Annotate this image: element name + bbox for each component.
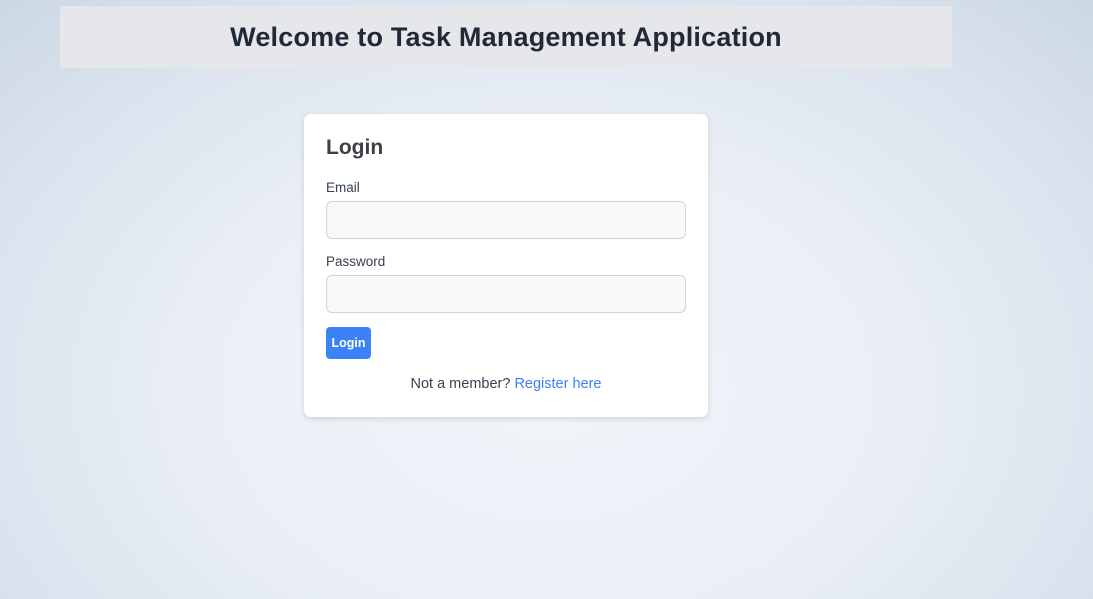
password-label: Password	[326, 254, 386, 269]
login-card: Login Email Password Login Not a member?…	[304, 114, 708, 417]
email-label: Email	[326, 180, 360, 195]
login-button[interactable]: Login	[326, 327, 371, 359]
email-field[interactable]	[326, 201, 686, 239]
register-prompt-text: Not a member?	[410, 376, 511, 392]
login-title: Login	[326, 136, 384, 159]
page-title: Welcome to Task Management Application	[230, 21, 782, 52]
register-prompt-row: Not a member? Register here	[304, 376, 708, 392]
header-banner: Welcome to Task Management Application	[60, 6, 952, 68]
register-link[interactable]: Register here	[514, 376, 601, 392]
password-field[interactable]	[326, 275, 686, 313]
